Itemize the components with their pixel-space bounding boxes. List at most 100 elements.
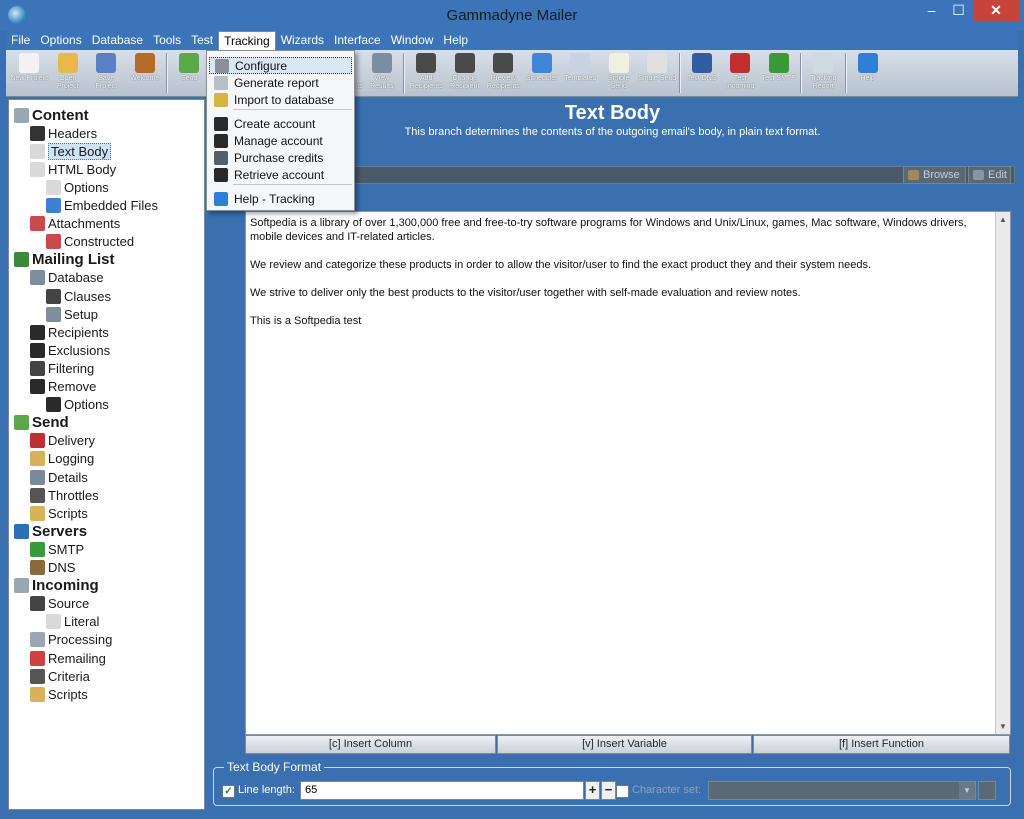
toolbar-button-single-send[interactable]: Single Send [638, 50, 677, 96]
tree-item-mailing-list[interactable]: Mailing List [14, 251, 115, 269]
menu-item-retrieve-account[interactable]: Retrieve account [209, 166, 352, 183]
tree-item-filtering[interactable]: Filtering [30, 359, 94, 377]
menu-separator [233, 109, 352, 110]
line-length-label: Line length: [238, 784, 295, 796]
insert-function-button[interactable]: [f] Insert Function [753, 735, 1010, 754]
scroll-down-arrow-icon[interactable]: ▼ [996, 719, 1010, 734]
toolbar-button-add-recipients[interactable]: Add Recipients [407, 50, 446, 96]
menu-item-configure[interactable]: Configure [209, 57, 352, 74]
character-set-checkbox[interactable] [616, 785, 629, 798]
menu-item-create-account[interactable]: Create account [209, 115, 352, 132]
menu-test[interactable]: Test [186, 31, 218, 50]
retrieve-account-icon [214, 167, 228, 182]
toolbar-button-scheduler[interactable]: Scheduler [523, 50, 562, 96]
toolbar-button-tracking-report[interactable]: Tracking Report [804, 50, 843, 96]
toolbar-button-test-incoming[interactable]: Test Incoming [721, 50, 760, 96]
menu-help[interactable]: Help [438, 31, 473, 50]
menu-database[interactable]: Database [87, 31, 148, 50]
toolbar-button-test-dns[interactable]: Test DNS [683, 50, 722, 96]
tree-item-processing[interactable]: Processing [30, 631, 112, 649]
menu-wizards[interactable]: Wizards [276, 31, 329, 50]
tree-item-incoming[interactable]: Incoming [14, 577, 99, 595]
tree-item-headers[interactable]: Headers [30, 124, 97, 142]
toolbar-button-test-smtp[interactable]: Test SMTP [760, 50, 799, 96]
tree-item-details[interactable]: Details [30, 468, 88, 486]
toolbar-button-preview-recipients[interactable]: Preview Recipients [484, 50, 523, 96]
tree-item-throttles[interactable]: Throttles [30, 486, 99, 504]
menu-item-generate-report[interactable]: Generate report [209, 74, 352, 91]
menu-tracking[interactable]: Tracking [218, 31, 276, 50]
menu-item-import-to-database[interactable]: Import to database [209, 91, 352, 108]
help-icon [857, 53, 878, 73]
tree-item-html-body[interactable]: HTML Body [30, 160, 116, 178]
insert-column-button[interactable]: [c] Insert Column [245, 735, 496, 754]
menu-item-manage-account[interactable]: Manage account [209, 132, 352, 149]
tree-item-dns[interactable]: DNS [30, 559, 75, 577]
tree-item-label: SMTP [48, 541, 85, 557]
toolbar-button-view-results[interactable]: View Results [363, 50, 402, 96]
tree-item-options[interactable]: Options [46, 396, 109, 414]
menu-tools[interactable]: Tools [148, 31, 186, 50]
menu-item-help-tracking[interactable]: Help - Tracking [209, 190, 352, 207]
menu-file[interactable]: File [6, 31, 35, 50]
tree-item-recipients[interactable]: Recipients [30, 323, 109, 341]
tree-item-smtp[interactable]: SMTP [30, 540, 84, 558]
character-set-select: ▼ [708, 781, 976, 800]
toolbar-button-welcome[interactable]: Welcome [126, 50, 165, 96]
toolbar-button-simple-send[interactable]: Simple Send [600, 50, 639, 96]
tree-item-content[interactable]: Content [14, 106, 89, 124]
browse-button-label: Browse [923, 169, 960, 181]
minimize-button[interactable]: – [918, 0, 945, 21]
tree-item-clauses[interactable]: Clauses [46, 287, 111, 305]
calendar-icon [30, 487, 45, 503]
tree-item-criteria[interactable]: Criteria [30, 667, 90, 685]
menu-item-label: Purchase credits [234, 150, 324, 165]
toolbar-button-new-project[interactable]: New Project [10, 50, 49, 96]
tree-item-exclusions[interactable]: Exclusions [30, 341, 110, 359]
tree-item-source[interactable]: Source [30, 595, 89, 613]
tree-item-remailing[interactable]: Remailing [30, 649, 106, 667]
tree-item-scripts[interactable]: Scripts [30, 504, 88, 522]
toolbar-separator [166, 53, 168, 93]
tree-item-send[interactable]: Send [14, 414, 69, 432]
tree-item-database[interactable]: Database [30, 269, 104, 287]
close-button[interactable]: ✕ [973, 0, 1019, 21]
toolbar-button-change-recipient[interactable]: Change Recipient [446, 50, 485, 96]
menu-options[interactable]: Options [35, 31, 86, 50]
text-body-icon [30, 143, 45, 159]
tree-item-constructed[interactable]: Constructed [46, 233, 134, 251]
toolbar-button-send[interactable]: Send [170, 50, 209, 96]
toolbar-button-help[interactable]: Help [849, 50, 888, 96]
tree-item-label: Attachments [48, 216, 121, 232]
line-length-input[interactable]: 65 [300, 781, 584, 800]
tree-item-options[interactable]: Options [46, 178, 109, 196]
insert-variable-button[interactable]: [v] Insert Variable [497, 735, 752, 754]
increase-button[interactable]: + [585, 781, 600, 800]
tree-item-delivery[interactable]: Delivery [30, 432, 95, 450]
tree-item-servers[interactable]: Servers [14, 522, 87, 540]
tree-item-label: Logging [48, 451, 95, 467]
single-send-icon [647, 53, 668, 73]
tree-item-scripts[interactable]: Scripts [30, 685, 88, 703]
tree-item-logging[interactable]: Logging [30, 450, 94, 468]
menu-item-purchase-credits[interactable]: Purchase credits [209, 149, 352, 166]
menu-window[interactable]: Window [386, 31, 439, 50]
scroll-up-arrow-icon[interactable]: ▲ [996, 212, 1010, 227]
servers-icon [14, 523, 29, 539]
line-length-checkbox[interactable]: ✓ [222, 785, 235, 798]
text-body-editor[interactable]: Softpedia is a library of over 1,300,000… [245, 211, 1011, 735]
toolbar-button-save-project[interactable]: Save Project [87, 50, 126, 96]
maximize-button[interactable]: ☐ [945, 0, 972, 21]
tree-item-attachments[interactable]: Attachments [30, 215, 120, 233]
toolbar-button-open-project[interactable]: Open Project [49, 50, 88, 96]
toolbar-button-templates[interactable]: Templates [561, 50, 600, 96]
tree-item-remove[interactable]: Remove [30, 378, 96, 396]
tree-item-text-body[interactable]: Text Body [30, 142, 112, 160]
vertical-scrollbar[interactable]: ▲ ▼ [995, 212, 1010, 734]
menu-interface[interactable]: Interface [329, 31, 386, 50]
tree-item-setup[interactable]: Setup [46, 305, 98, 323]
test-smtp-icon [768, 53, 789, 73]
tree-item-literal[interactable]: Literal [46, 613, 99, 631]
tree-item-embedded-files[interactable]: Embedded Files [46, 197, 158, 215]
decrease-button[interactable]: − [601, 781, 616, 800]
